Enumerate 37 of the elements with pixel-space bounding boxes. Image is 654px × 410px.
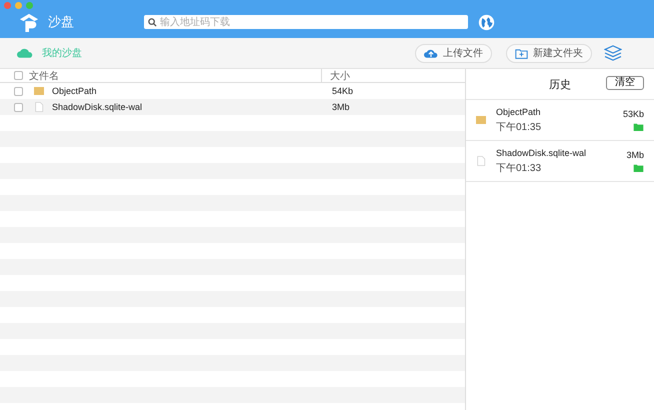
folder-icon — [34, 86, 44, 96]
file-name: ObjectPath — [52, 86, 98, 96]
file-name: ObjectPath — [496, 106, 542, 116]
column-header: 文件名 — [29, 70, 60, 82]
globe-icon[interactable] — [478, 14, 495, 30]
file-name: ShadowDisk.sqlite-wal — [496, 148, 588, 158]
new-folder-button[interactable]: 新建文件夹 — [506, 44, 592, 62]
cloud-icon — [17, 48, 33, 58]
file-size: 54Kb — [332, 86, 354, 96]
search-field[interactable]: 输入地址码下载 — [144, 15, 468, 29]
logo-icon — [18, 12, 40, 32]
search-icon — [148, 18, 157, 27]
minimize-window-button[interactable] — [15, 2, 22, 9]
file-size: 53Kb — [622, 109, 644, 119]
folder-icon[interactable] — [633, 164, 644, 172]
row-checkbox[interactable] — [14, 102, 23, 112]
file-size: 3Mb — [626, 150, 644, 160]
file-icon — [476, 156, 486, 166]
cloud-upload-icon — [424, 48, 438, 58]
file-size: 3Mb — [332, 102, 350, 112]
close-window-button[interactable] — [4, 2, 11, 9]
history-title: 历史 — [549, 78, 571, 92]
app-title: 沙盘 — [48, 13, 75, 31]
file-name: ShadowDisk.sqlite-wal — [52, 102, 144, 112]
folder-icon[interactable] — [633, 123, 644, 131]
upload-button[interactable]: 上传文件 — [415, 44, 492, 62]
timestamp: 下午01:35 — [496, 120, 542, 134]
clear-button[interactable]: 清空 — [606, 76, 644, 90]
file-icon — [34, 102, 44, 112]
column-header: 大小 — [321, 69, 350, 82]
folder-icon — [476, 115, 486, 125]
zoom-window-button[interactable] — [26, 2, 33, 9]
select-all-checkbox[interactable] — [14, 71, 23, 80]
folder-plus-icon — [515, 48, 528, 58]
layers-icon[interactable] — [604, 45, 622, 61]
timestamp: 下午01:33 — [496, 162, 542, 174]
row-checkbox[interactable] — [14, 86, 23, 96]
